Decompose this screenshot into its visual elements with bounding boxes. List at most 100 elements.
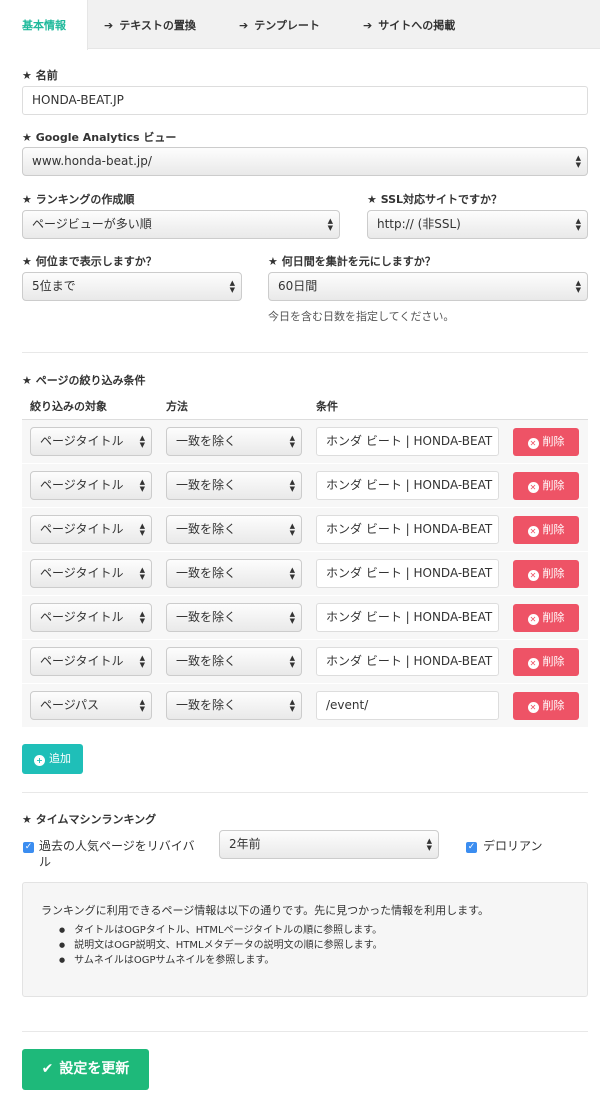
filter-target-select[interactable]: ページパス ▲ ▼ [30, 691, 152, 720]
list-item: タイトルはOGPタイトル、HTMLページタイトルの順に参照します。 [61, 923, 383, 938]
close-circle-icon: ✕ [527, 438, 539, 449]
ssl-value: http:// (非SSL) [377, 217, 461, 231]
days-select[interactable]: 60日間 ▲ ▼ [268, 272, 588, 301]
filter-condition-input[interactable]: ホンダ ビート | HONDA-BEAT [316, 515, 499, 544]
ga-view-value: www.honda-beat.jp/ [32, 154, 152, 168]
delete-button[interactable]: ✕ 削除 [513, 648, 579, 676]
divider [22, 352, 588, 353]
filter-target-value: ページタイトル [40, 434, 124, 448]
save-button[interactable]: ✔ 設定を更新 [22, 1049, 149, 1090]
filter-condition-input[interactable]: ホンダ ビート | HONDA-BEAT [316, 647, 499, 676]
close-circle-icon: ✕ [527, 570, 539, 581]
filter-condition-input[interactable]: /event/ [316, 691, 499, 720]
display-rank-select[interactable]: 5位まで ▲ ▼ [22, 272, 242, 301]
filter-row: ページタイトル ▲ ▼ 一致を除く ▲ ▼ ホンダ ビート | HONDA-BEAT ✕… [22, 464, 588, 508]
divider [22, 1031, 588, 1032]
filter-row: ページタイトル ▲ ▼ 一致を除く ▲ ▼ ホンダ ビート | HONDA-BEAT ✕… [22, 508, 588, 552]
filter-condition-input[interactable]: ホンダ ビート | HONDA-BEAT [316, 471, 499, 500]
delorean-label: デロリアン [483, 839, 543, 853]
delete-label: 削除 [542, 655, 565, 668]
period-select[interactable]: 2年前 ▲ ▼ [219, 830, 439, 859]
filter-method-value: 一致を除く [176, 566, 237, 580]
select-arrows-icon: ▲ ▼ [575, 217, 581, 232]
delete-button[interactable]: ✕ 削除 [513, 604, 579, 632]
filter-method-value: 一致を除く [176, 478, 237, 492]
select-arrows-icon: ▲ ▼ [139, 610, 145, 625]
close-circle-icon: ✕ [527, 526, 539, 537]
delete-label: 削除 [542, 479, 565, 492]
close-circle-icon: ✕ [527, 482, 539, 493]
delete-label: 削除 [542, 699, 565, 712]
tab-template[interactable]: ➔ テンプレート [239, 0, 320, 49]
delete-button[interactable]: ✕ 削除 [513, 560, 579, 588]
filter-method-select[interactable]: 一致を除く ▲ ▼ [166, 691, 302, 720]
close-circle-icon: ✕ [527, 614, 539, 625]
filters-label: ★ ページの絞り込み条件 [22, 374, 146, 387]
select-arrows-icon: ▲ ▼ [139, 522, 145, 537]
days-help-text: 今日を含む日数を指定してください。 [268, 310, 455, 323]
ssl-select[interactable]: http:// (非SSL) ▲ ▼ [367, 210, 588, 239]
filter-target-select[interactable]: ページタイトル ▲ ▼ [30, 603, 152, 632]
name-input[interactable]: HONDA-BEAT.JP [22, 86, 588, 115]
filter-target-value: ページパス [40, 698, 100, 712]
filter-target-select[interactable]: ページタイトル ▲ ▼ [30, 647, 152, 676]
divider [22, 792, 588, 793]
filter-method-select[interactable]: 一致を除く ▲ ▼ [166, 647, 302, 676]
header-method: 方法 [166, 400, 188, 413]
delete-label: 削除 [542, 611, 565, 624]
filter-method-value: 一致を除く [176, 434, 237, 448]
filters-table-header: 絞り込みの対象 方法 条件 [22, 395, 588, 420]
select-arrows-icon: ▲ ▼ [289, 478, 295, 493]
select-arrows-icon: ▲ ▼ [289, 610, 295, 625]
filter-condition-input[interactable]: ホンダ ビート | HONDA-BEAT [316, 427, 499, 456]
select-arrows-icon: ▲ ▼ [139, 698, 145, 713]
save-label: 設定を更新 [59, 1061, 130, 1077]
header-condition: 条件 [316, 400, 338, 413]
filter-method-select[interactable]: 一致を除く ▲ ▼ [166, 471, 302, 500]
ranking-order-value: ページビューが多い順 [32, 217, 152, 231]
tab-label: 基本情報 [22, 19, 66, 32]
filter-method-select[interactable]: 一致を除く ▲ ▼ [166, 427, 302, 456]
ga-view-select[interactable]: www.honda-beat.jp/ ▲ ▼ [22, 147, 588, 176]
delete-button[interactable]: ✕ 削除 [513, 692, 579, 720]
days-value: 60日間 [278, 279, 318, 293]
tab-basic-info[interactable]: 基本情報 [0, 0, 88, 50]
list-item: 説明文はOGP説明文、HTMLメタデータの説明文の順に参照します。 [61, 938, 382, 953]
info-intro: ランキングに利用できるページ情報は以下の通りです。先に見つかった情報を利用します… [41, 904, 490, 917]
close-circle-icon: ✕ [527, 658, 539, 669]
filter-row: ページタイトル ▲ ▼ 一致を除く ▲ ▼ ホンダ ビート | HONDA-BEAT ✕… [22, 596, 588, 640]
filter-target-select[interactable]: ページタイトル ▲ ▼ [30, 559, 152, 588]
filter-target-select[interactable]: ページタイトル ▲ ▼ [30, 427, 152, 456]
select-arrows-icon: ▲ ▼ [575, 154, 581, 169]
filter-method-select[interactable]: 一致を除く ▲ ▼ [166, 603, 302, 632]
filter-target-select[interactable]: ページタイトル ▲ ▼ [30, 515, 152, 544]
period-value: 2年前 [229, 837, 261, 851]
days-label: ★ 何日間を集計を元にしますか？ [268, 255, 436, 268]
tab-publish[interactable]: ➔ サイトへの掲載 [363, 0, 455, 49]
delete-label: 削除 [542, 435, 565, 448]
filter-method-select[interactable]: 一致を除く ▲ ▼ [166, 515, 302, 544]
display-rank-label: ★ 何位まで表示しますか？ [22, 255, 157, 268]
filter-condition-input[interactable]: ホンダ ビート | HONDA-BEAT [316, 603, 499, 632]
filter-target-select[interactable]: ページタイトル ▲ ▼ [30, 471, 152, 500]
delete-button[interactable]: ✕ 削除 [513, 428, 579, 456]
delete-button[interactable]: ✕ 削除 [513, 516, 579, 544]
revive-checkbox[interactable]: ✓ [23, 842, 34, 853]
filter-method-select[interactable]: 一致を除く ▲ ▼ [166, 559, 302, 588]
tab-text-replace[interactable]: ➔ テキストの置換 [104, 0, 196, 49]
filter-method-value: 一致を除く [176, 654, 237, 668]
info-box: ランキングに利用できるページ情報は以下の通りです。先に見つかった情報を利用します… [22, 882, 588, 997]
add-filter-button[interactable]: + 追加 [22, 744, 83, 774]
filter-target-value: ページタイトル [40, 478, 124, 492]
tab-label: テンプレート [254, 19, 320, 32]
delete-button[interactable]: ✕ 削除 [513, 472, 579, 500]
select-arrows-icon: ▲ ▼ [289, 522, 295, 537]
ranking-order-select[interactable]: ページビューが多い順 ▲ ▼ [22, 210, 340, 239]
filter-row: ページタイトル ▲ ▼ 一致を除く ▲ ▼ ホンダ ビート | HONDA-BEAT ✕… [22, 552, 588, 596]
filter-condition-input[interactable]: ホンダ ビート | HONDA-BEAT [316, 559, 499, 588]
select-arrows-icon: ▲ ▼ [289, 566, 295, 581]
select-arrows-icon: ▲ ▼ [139, 478, 145, 493]
delete-label: 削除 [542, 567, 565, 580]
tab-label: サイトへの掲載 [378, 19, 456, 32]
delorean-checkbox[interactable]: ✓ [466, 842, 477, 853]
